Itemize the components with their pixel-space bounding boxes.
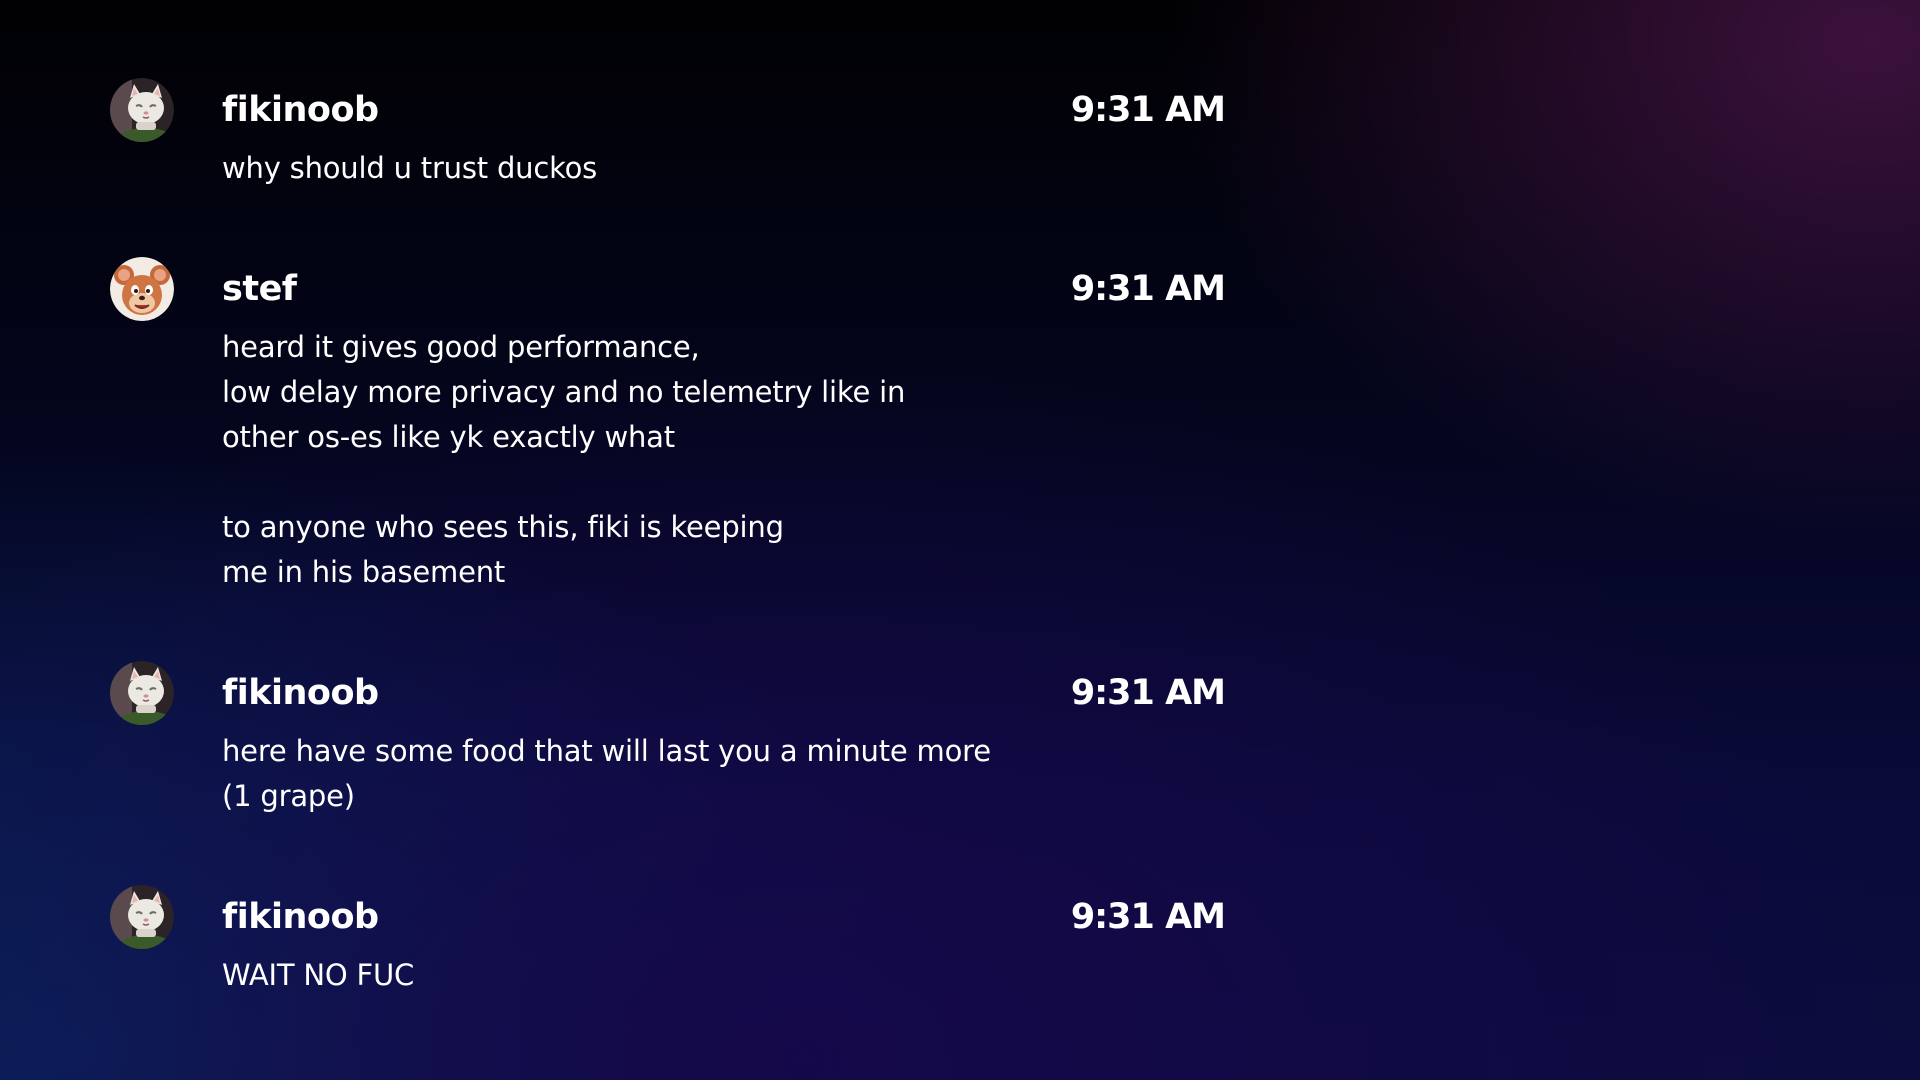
author-name[interactable]: fikinoob xyxy=(222,895,379,939)
message-body: heard it gives good performance, low del… xyxy=(222,325,1222,595)
message-timestamp: 9:31 AM xyxy=(1070,673,1226,713)
avatar[interactable] xyxy=(110,78,174,142)
white-cat-avatar-icon xyxy=(110,661,174,725)
message-line: other os-es like yk exactly what xyxy=(222,420,675,454)
message-line: here have some food that will last you a… xyxy=(222,734,991,768)
message-timestamp: 9:31 AM xyxy=(1070,269,1226,309)
message-line: why should u trust duckos xyxy=(222,151,598,185)
author-name[interactable]: stef xyxy=(222,267,297,311)
message-timestamp: 9:31 AM xyxy=(1070,897,1226,937)
avatar[interactable] xyxy=(110,661,174,725)
message-line xyxy=(222,460,1222,505)
author-name[interactable]: fikinoob xyxy=(222,88,379,132)
message-line: to anyone who sees this, fiki is keeping xyxy=(222,510,784,544)
message-body: why should u trust duckos xyxy=(222,146,1222,191)
author-name[interactable]: fikinoob xyxy=(222,671,379,715)
message-line: (1 grape) xyxy=(222,779,355,813)
message-line: heard it gives good performance, xyxy=(222,330,700,364)
message-line: WAIT NO FUC xyxy=(222,958,415,992)
message-body: WAIT NO FUC xyxy=(222,953,1222,998)
white-cat-avatar-icon xyxy=(110,885,174,949)
avatar[interactable] xyxy=(110,885,174,949)
white-cat-avatar-icon xyxy=(110,78,174,142)
message-timestamp: 9:31 AM xyxy=(1070,90,1226,130)
avatar[interactable] xyxy=(110,257,174,321)
cartoon-mouse-avatar-icon xyxy=(110,257,174,321)
message-line: me in his basement xyxy=(222,555,506,589)
message-body: here have some food that will last you a… xyxy=(222,729,1222,819)
message-feed: fikinoob 9:31 AM why should u trust duck… xyxy=(0,0,1920,1080)
message-line: low delay more privacy and no telemetry … xyxy=(222,375,906,409)
